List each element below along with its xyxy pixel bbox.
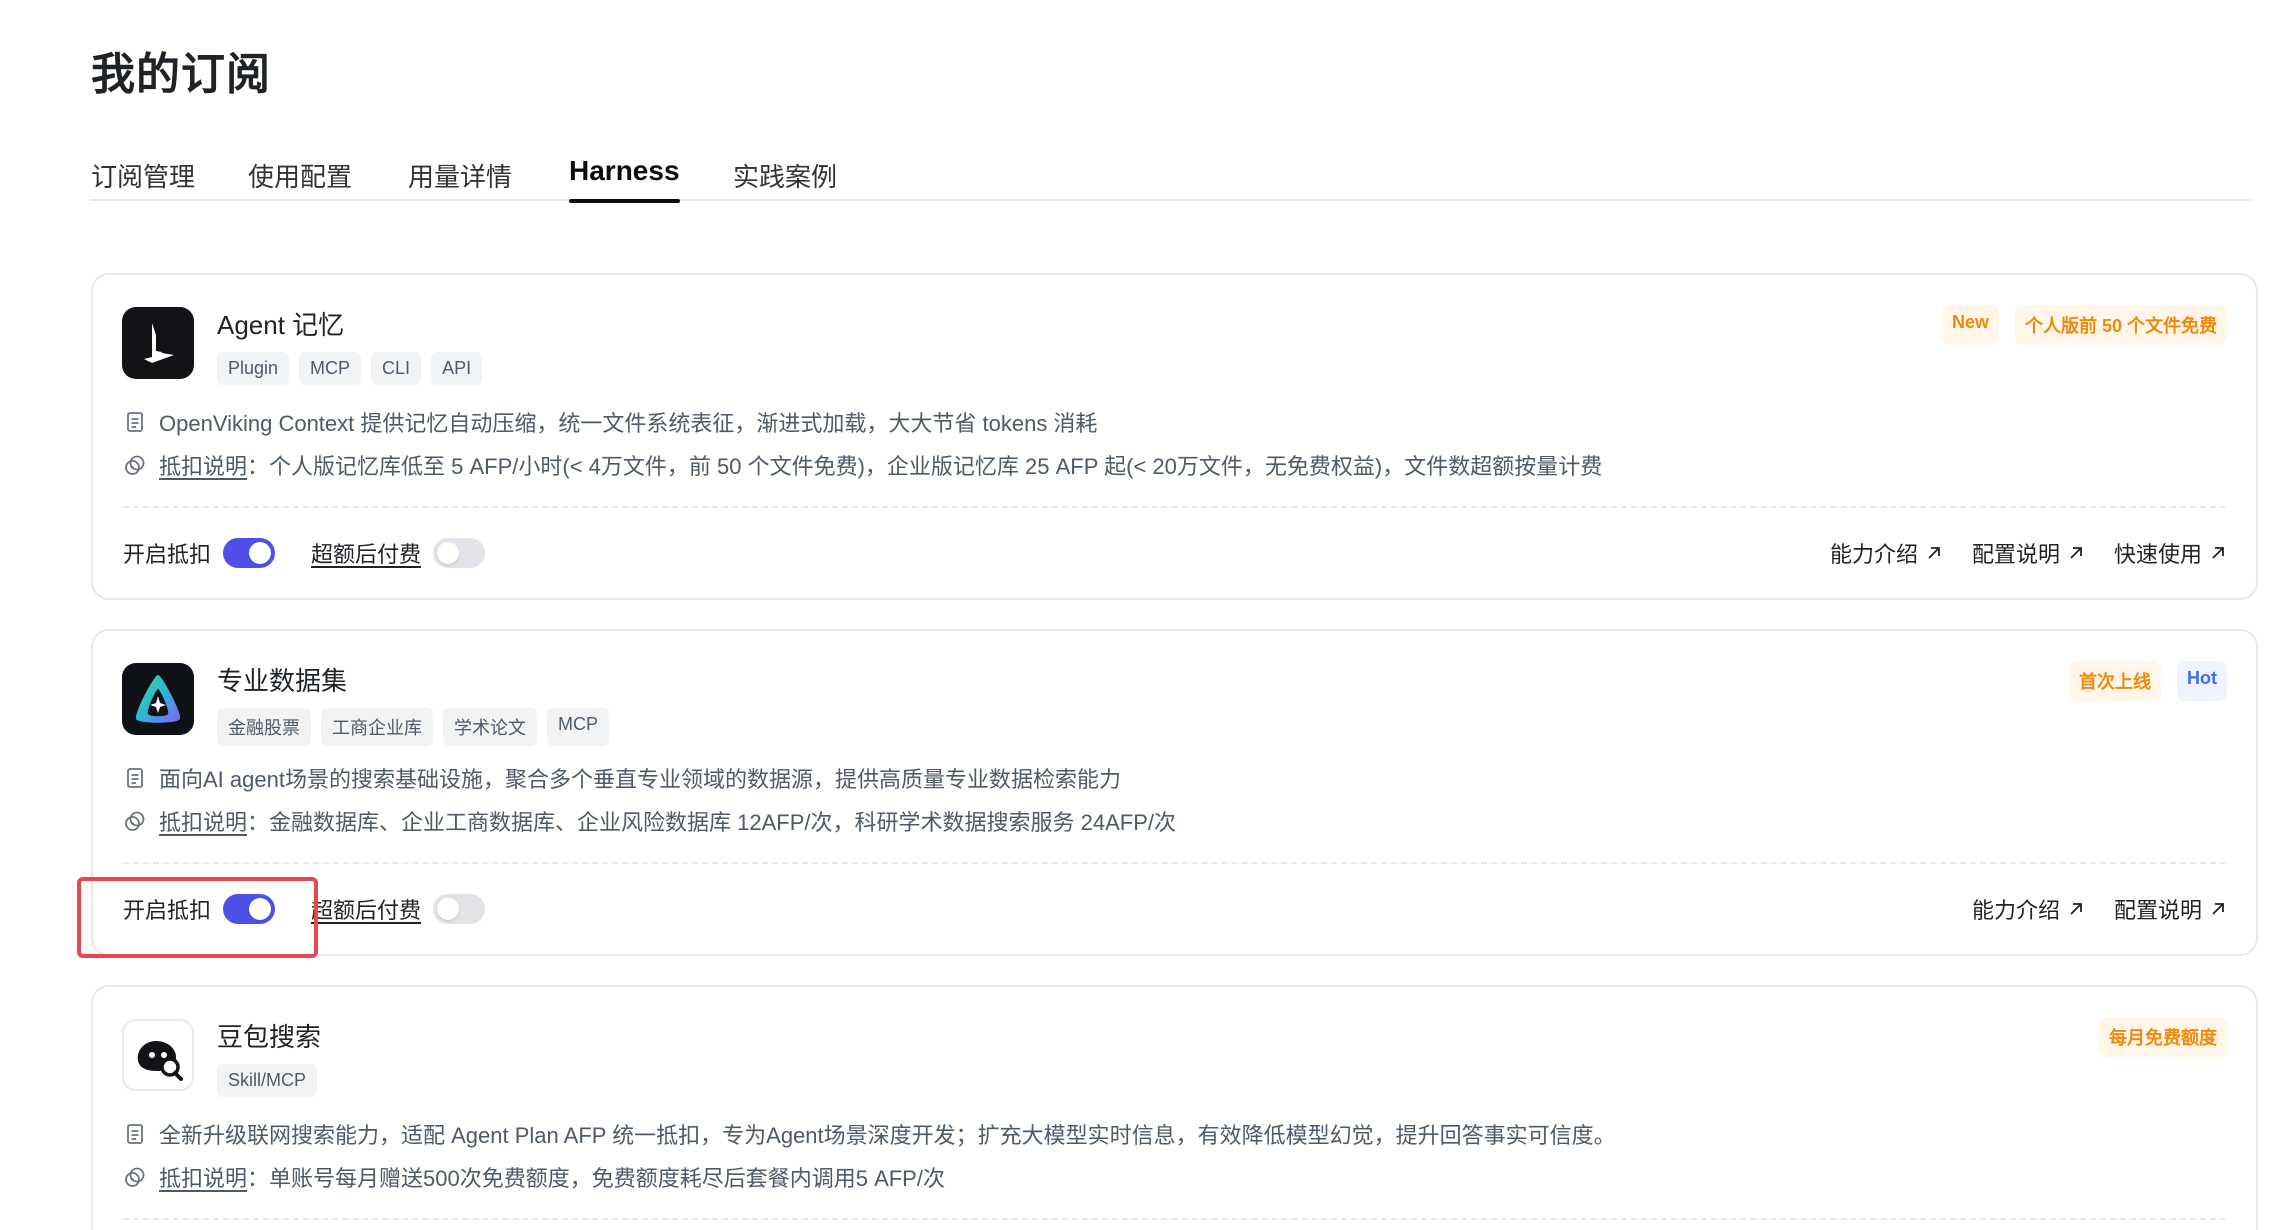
card-title: Agent 记忆 [217,310,345,340]
new-badge: New [1941,305,1999,345]
tag: MCP [547,708,609,746]
external-links: 能力介绍 配置说明 快速使用 [1830,533,2226,573]
arrow-up-right-icon [2212,547,2224,559]
tab-usage-details[interactable]: 用量详情 [408,157,512,213]
overage-payment-toggle[interactable] [433,538,486,568]
description-line: 全新升级联网搜索能力，适配 Agent Plan AFP 统一抵扣，专为Agen… [123,1118,1616,1150]
coins-icon [125,1167,145,1187]
service-card-agent-memory: Agent 记忆 Plugin MCP CLI API New 个人版前 50 … [91,273,2258,600]
toggle-knob [437,542,460,564]
capability-intro-link[interactable]: 能力介绍 [1972,893,2084,925]
tag-list: Skill/MCP [217,1064,318,1097]
card-title: 豆包搜索 [217,1022,322,1052]
coins-icon [125,811,145,831]
badge-list: New 个人版前 50 个文件免费 [1941,305,2227,345]
overage-payment-link[interactable]: 超额后付费 [311,893,421,925]
tab-practice-cases[interactable]: 实践案例 [733,157,837,213]
overage-payment-link[interactable]: 超额后付费 [311,537,421,569]
badge-list: 首次上线 Hot [2069,661,2227,701]
deduction-toggle-label: 开启抵扣 [123,898,212,923]
tag: MCP [299,352,362,385]
overage-toggle-group: 超额后付费 [311,889,486,929]
link-label: 快速使用 [2113,542,2202,567]
toggle-knob [437,898,460,920]
tag-list: Plugin MCP CLI API [217,352,483,385]
deduction-toggle[interactable] [223,894,276,924]
monthly-free-quota-badge: 每月免费额度 [2099,1017,2227,1057]
description-text: OpenViking Context 提供记忆自动压缩，统一文件系统表征，渐进式… [159,411,1098,436]
coins-icon [125,455,145,475]
deduction-toggle[interactable] [223,538,276,568]
tab-harness[interactable]: Harness [569,155,680,203]
arrow-up-right-icon [2212,903,2224,915]
service-card-doubao-search: 豆包搜索 Skill/MCP 每月免费额度 全新升级联网搜索能力，适配 Agen… [91,985,2258,1230]
tag: 金融股票 [217,708,311,746]
link-label: 配置说明 [2113,898,2202,923]
tag: Skill/MCP [217,1064,318,1097]
subscriptions-page: 我的订阅 订阅管理 使用配置 用量详情 Harness 实践案例 Agent 记… [0,0,2282,1230]
tag: 学术论文 [443,708,537,746]
quick-start-link[interactable]: 快速使用 [2114,537,2226,569]
config-guide-link[interactable]: 配置说明 [1972,537,2084,569]
billing-explanation-link[interactable]: 抵扣说明 [159,1161,247,1193]
hot-badge: Hot [2177,661,2227,701]
document-icon [127,1124,143,1144]
card-title: 专业数据集 [217,666,348,696]
billing-text: ：单账号每月赠送500次免费额度，免费额度耗尽后套餐内调用5 AFP/次 [247,1166,945,1191]
professional-dataset-logo-icon [122,663,194,735]
description-text: 面向AI agent场景的搜索基础设施，聚合多个垂直专业领域的数据源，提供高质量… [159,767,1121,792]
tab-bar: 订阅管理 使用配置 用量详情 Harness 实践案例 [91,145,2251,203]
billing-line: 抵扣说明 ：金融数据库、企业工商数据库、企业风险数据库 12AFP/次，科研学术… [123,805,1176,837]
toggle-knob [249,898,272,920]
divider [123,862,2226,864]
arrow-up-right-icon [2070,547,2082,559]
external-links: 能力介绍 配置说明 [1972,889,2226,929]
arrow-up-right-icon [2070,903,2082,915]
billing-explanation-link[interactable]: 抵扣说明 [159,449,247,481]
capability-intro-link[interactable]: 能力介绍 [1830,537,1942,569]
tag: API [431,352,483,385]
overage-toggle-group: 超额后付费 [311,533,486,573]
link-label: 能力介绍 [1829,542,1918,567]
deduction-toggle-group: 开启抵扣 [123,533,276,573]
description-text: 全新升级联网搜索能力，适配 Agent Plan AFP 统一抵扣，专为Agen… [159,1123,1616,1148]
tag: Plugin [217,352,290,385]
billing-line: 抵扣说明 ：单账号每月赠送500次免费额度，免费额度耗尽后套餐内调用5 AFP/… [123,1161,945,1193]
first-launch-badge: 首次上线 [2069,661,2161,701]
overage-payment-toggle[interactable] [433,894,486,924]
toggle-knob [249,542,272,564]
free-badge: 个人版前 50 个文件免费 [2014,305,2227,345]
agent-memory-logo-icon [122,307,194,379]
document-icon [127,768,143,788]
billing-text: ：个人版记忆库低至 5 AFP/小时(< 4万文件，前 50 个文件免费)，企业… [247,454,1603,479]
document-icon [127,412,143,432]
badge-list: 每月免费额度 [2099,1017,2227,1057]
page-title: 我的订阅 [91,50,271,99]
tab-subscription-management[interactable]: 订阅管理 [91,157,195,213]
card-footer: 开启抵扣 超额后付费 能力介绍 配置说明 快速使用 [123,533,2226,573]
billing-explanation-link[interactable]: 抵扣说明 [159,805,247,837]
billing-text: ：金融数据库、企业工商数据库、企业风险数据库 12AFP/次，科研学术数据搜索服… [247,810,1176,835]
link-label: 能力介绍 [1971,898,2060,923]
tab-usage-config[interactable]: 使用配置 [248,157,352,213]
deduction-toggle-label: 开启抵扣 [123,542,212,567]
service-card-professional-dataset: 专业数据集 金融股票 工商企业库 学术论文 MCP 首次上线 Hot 面向AI … [91,629,2258,956]
divider [123,506,2226,508]
link-label: 配置说明 [1971,542,2060,567]
config-guide-link[interactable]: 配置说明 [2114,893,2226,925]
arrow-up-right-icon [1928,547,1940,559]
billing-line: 抵扣说明 ：个人版记忆库低至 5 AFP/小时(< 4万文件，前 50 个文件免… [123,449,1602,481]
card-footer: 开启抵扣 超额后付费 能力介绍 配置说明 [123,889,2226,929]
tag: CLI [371,352,422,385]
deduction-toggle-group: 开启抵扣 [123,889,276,929]
divider [123,1218,2226,1220]
tag: 工商企业库 [321,708,433,746]
description-line: OpenViking Context 提供记忆自动压缩，统一文件系统表征，渐进式… [123,406,1097,438]
doubao-search-logo-icon [122,1019,194,1091]
tag-list: 金融股票 工商企业库 学术论文 MCP [217,708,609,746]
description-line: 面向AI agent场景的搜索基础设施，聚合多个垂直专业领域的数据源，提供高质量… [123,762,1121,794]
